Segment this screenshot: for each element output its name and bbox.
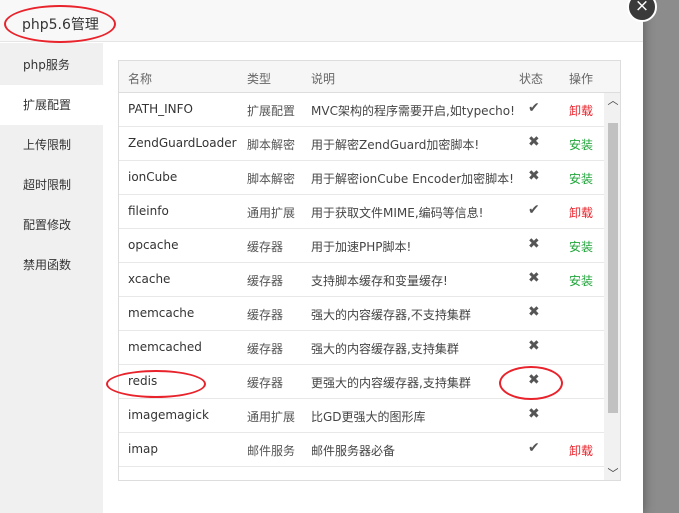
ext-name: fileinfo bbox=[128, 204, 169, 218]
header-op: 操作 bbox=[569, 72, 594, 86]
annotation-circle-title bbox=[4, 5, 116, 43]
sidebar-item-label: 扩展配置 bbox=[23, 98, 72, 112]
header-desc: 说明 bbox=[311, 72, 336, 86]
ext-desc: 支持脚本缓存和变量缓存! bbox=[311, 274, 448, 288]
ext-desc: 更强大的内容缓存器,支持集群 bbox=[311, 376, 471, 390]
header-status: 状态 bbox=[519, 72, 544, 86]
table-row: ionCube 脚本解密 用于解密ionCube Encoder加密脚本! ✖ … bbox=[119, 161, 604, 195]
status-cross-icon: ✖ bbox=[528, 338, 540, 354]
ext-desc: 强大的内容缓存器,不支持集群 bbox=[311, 308, 471, 322]
ext-name: ZendGuardLoader bbox=[128, 136, 237, 150]
ext-desc: 用于解密ionCube Encoder加密脚本! bbox=[311, 172, 514, 186]
annotation-circle-redis-status bbox=[499, 366, 563, 400]
ext-desc: MVC架构的程序需要开启,如typecho! bbox=[311, 104, 515, 118]
scroll-thumb[interactable] bbox=[608, 123, 618, 413]
install-link[interactable]: 安装 bbox=[569, 170, 593, 187]
table-row: xcache 缓存器 支持脚本缓存和变量缓存! ✖ 安装 bbox=[119, 263, 604, 297]
sidebar-item-upload-limit[interactable]: 上传限制 bbox=[0, 125, 103, 165]
table-header: 名称 类型 说明 状态 操作 bbox=[119, 61, 620, 93]
ext-desc: 比GD更强大的图形库 bbox=[311, 410, 426, 424]
ext-desc: 邮件服务器必备 bbox=[311, 444, 396, 458]
sidebar-item-label: php服务 bbox=[23, 58, 70, 72]
extensions-table: 名称 类型 说明 状态 操作 PATH_INFO 扩展配置 MVC架构的程序需要… bbox=[118, 60, 621, 481]
scroll-down-icon[interactable]: ﹀ bbox=[604, 466, 620, 480]
uninstall-link[interactable]: 卸载 bbox=[569, 204, 593, 221]
ext-type: 缓存器 bbox=[247, 342, 284, 356]
ext-name: xcache bbox=[128, 272, 171, 286]
status-cross-icon: ✖ bbox=[528, 168, 540, 184]
extension-panel: 名称 类型 说明 状态 操作 PATH_INFO 扩展配置 MVC架构的程序需要… bbox=[103, 43, 643, 513]
status-check-icon: ✔ bbox=[528, 100, 540, 116]
sidebar-item-label: 上传限制 bbox=[23, 138, 72, 152]
status-cross-icon: ✖ bbox=[528, 304, 540, 320]
sidebar-item-timeout-limit[interactable]: 超时限制 bbox=[0, 165, 103, 205]
sidebar-item-label: 超时限制 bbox=[23, 178, 72, 192]
table-row: ZendGuardLoader 脚本解密 用于解密ZendGuard加密脚本! … bbox=[119, 127, 604, 161]
ext-name: imap bbox=[128, 442, 158, 456]
sidebar-item-disabled-functions[interactable]: 禁用函数 bbox=[0, 245, 103, 285]
annotation-circle-redis bbox=[106, 370, 206, 398]
sidebar: php服务 扩展配置 上传限制 超时限制 配置修改 禁用函数 bbox=[0, 43, 103, 513]
ext-type: 缓存器 bbox=[247, 240, 284, 254]
status-cross-icon: ✖ bbox=[528, 270, 540, 286]
table-row: opcache 缓存器 用于加速PHP脚本! ✖ 安装 bbox=[119, 229, 604, 263]
status-cross-icon: ✖ bbox=[528, 406, 540, 422]
sidebar-item-php-service[interactable]: php服务 bbox=[0, 45, 103, 85]
table-row: memcached 缓存器 强大的内容缓存器,支持集群 ✖ bbox=[119, 331, 604, 365]
scroll-up-icon[interactable]: ︿ bbox=[604, 93, 620, 109]
ext-name: memcache bbox=[128, 306, 195, 320]
ext-name: imagemagick bbox=[128, 408, 209, 422]
ext-type: 缓存器 bbox=[247, 274, 284, 288]
php-manage-dialog: php5.6管理 php服务 扩展配置 上传限制 超时限制 配置修改 禁用函数 … bbox=[0, 0, 643, 513]
ext-type: 通用扩展 bbox=[247, 206, 296, 220]
ext-type: 缓存器 bbox=[247, 376, 284, 390]
status-cross-icon: ✖ bbox=[528, 236, 540, 252]
background-right-strip bbox=[643, 0, 679, 513]
install-link[interactable]: 安装 bbox=[569, 238, 593, 255]
ext-name: PATH_INFO bbox=[128, 102, 193, 116]
table-row: imagemagick 通用扩展 比GD更强大的图形库 ✖ bbox=[119, 399, 604, 433]
sidebar-item-extensions[interactable]: 扩展配置 bbox=[0, 85, 103, 125]
status-cross-icon: ✖ bbox=[528, 134, 540, 150]
ext-name: ionCube bbox=[128, 170, 178, 184]
ext-desc: 用于解密ZendGuard加密脚本! bbox=[311, 138, 480, 152]
status-check-icon: ✔ bbox=[528, 202, 540, 218]
header-name: 名称 bbox=[128, 72, 153, 86]
ext-desc: 强大的内容缓存器,支持集群 bbox=[311, 342, 459, 356]
install-link[interactable]: 安装 bbox=[569, 136, 593, 153]
table-row: PATH_INFO 扩展配置 MVC架构的程序需要开启,如typecho! ✔ … bbox=[119, 93, 604, 127]
ext-name: opcache bbox=[128, 238, 179, 252]
ext-name: memcached bbox=[128, 340, 202, 354]
table-row: imap 邮件服务 邮件服务器必备 ✔ 卸载 bbox=[119, 433, 604, 467]
table-row: fileinfo 通用扩展 用于获取文件MIME,编码等信息! ✔ 卸载 bbox=[119, 195, 604, 229]
table-row: memcache 缓存器 强大的内容缓存器,不支持集群 ✖ bbox=[119, 297, 604, 331]
ext-type: 缓存器 bbox=[247, 308, 284, 322]
ext-type: 脚本解密 bbox=[247, 138, 296, 152]
uninstall-link[interactable]: 卸载 bbox=[569, 442, 593, 459]
header-type: 类型 bbox=[247, 72, 272, 86]
sidebar-item-label: 配置修改 bbox=[23, 218, 72, 232]
ext-type: 通用扩展 bbox=[247, 410, 296, 424]
ext-desc: 用于获取文件MIME,编码等信息! bbox=[311, 206, 484, 220]
ext-desc: 用于加速PHP脚本! bbox=[311, 240, 412, 254]
table-scrollbar[interactable]: ︿ ﹀ bbox=[604, 93, 620, 480]
ext-type: 邮件服务 bbox=[247, 444, 296, 458]
sidebar-item-label: 禁用函数 bbox=[23, 258, 72, 272]
ext-type: 脚本解密 bbox=[247, 172, 296, 186]
ext-type: 扩展配置 bbox=[247, 104, 296, 118]
sidebar-item-config-edit[interactable]: 配置修改 bbox=[0, 205, 103, 245]
status-check-icon: ✔ bbox=[528, 440, 540, 456]
uninstall-link[interactable]: 卸载 bbox=[569, 102, 593, 119]
install-link[interactable]: 安装 bbox=[569, 272, 593, 289]
